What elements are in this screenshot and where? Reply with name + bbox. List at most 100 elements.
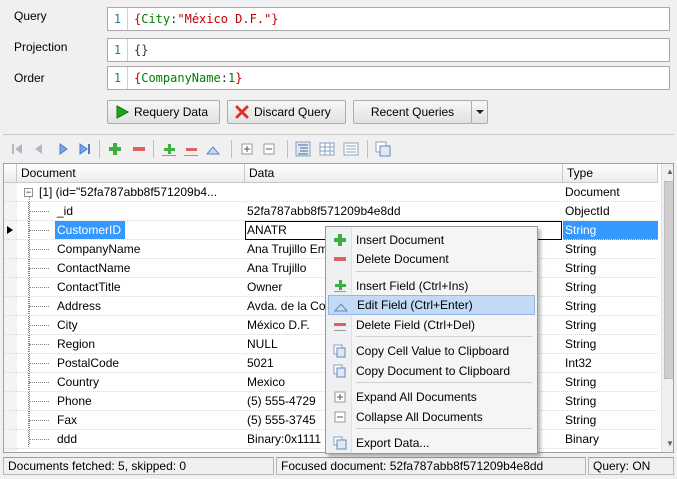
prev-record-icon[interactable] [31, 141, 47, 157]
type-cell[interactable]: String [563, 259, 658, 278]
menu-item-collapse-all-documents[interactable]: Collapse All Documents [328, 407, 535, 427]
menu-item-delete-document[interactable]: Delete Document [328, 249, 535, 269]
menu-item-copy-document-to-clipboard[interactable]: Copy Document to Clipboard [328, 361, 535, 381]
document-cell[interactable]: CustomerID [17, 221, 244, 240]
type-cell[interactable]: Document [563, 449, 658, 452]
recent-queries-dropdown[interactable] [471, 100, 488, 124]
menu-item-label: Expand All Documents [356, 390, 477, 404]
collapse-icon[interactable]: − [24, 188, 33, 197]
document-cell[interactable]: Phone [17, 392, 244, 411]
discard-query-label: Discard Query [254, 105, 331, 119]
insert-field-icon[interactable] [161, 141, 177, 157]
menu-item-expand-all-documents[interactable]: Expand All Documents [328, 387, 535, 407]
scroll-down-button[interactable]: ▼ [662, 436, 673, 452]
type-cell[interactable]: String [563, 411, 658, 430]
document-cell[interactable]: Region [17, 335, 244, 354]
type-cell[interactable]: String [563, 221, 658, 240]
query-brace-close: } [271, 12, 279, 26]
last-record-icon[interactable] [77, 141, 93, 157]
type-cell[interactable]: String [563, 240, 658, 259]
type-cell[interactable]: String [563, 335, 658, 354]
remove-icon[interactable] [131, 141, 147, 157]
type-cell[interactable]: ObjectId [563, 202, 658, 221]
document-cell-text: _id [57, 204, 74, 218]
text-view-icon[interactable] [343, 141, 359, 157]
document-cell[interactable]: Fax [17, 411, 244, 430]
document-cell-text: Country [57, 375, 100, 389]
context-menu: Insert Document Delete Document Insert Fie… [325, 226, 538, 454]
row-indicator [4, 316, 17, 335]
order-editor[interactable]: 1 {CompanyName:1} [107, 66, 670, 90]
type-cell[interactable]: Int32 [563, 354, 658, 373]
document-cell[interactable]: − [1] (id="52fa787abb8f571209b4... [17, 183, 244, 202]
type-cell[interactable]: String [563, 392, 658, 411]
document-cell[interactable]: PostalCode [17, 354, 244, 373]
document-cell-text: City [57, 318, 78, 332]
menu-separator [356, 382, 532, 383]
table-row[interactable]: − [1] (id="52fa787abb8f571209b4... Documen… [4, 183, 658, 202]
row-indicator [4, 430, 17, 449]
projection-editor[interactable]: 1 {} [107, 38, 670, 62]
query-editor[interactable]: 1 {City:"México D.F."} [107, 7, 670, 31]
type-cell[interactable]: String [563, 373, 658, 392]
type-cell[interactable]: String [563, 316, 658, 335]
row-indicator [4, 183, 17, 202]
data-cell[interactable]: 52fa787abb8f571209b4e8dd [245, 202, 562, 221]
type-cell[interactable]: Document [563, 183, 658, 202]
vertical-scrollbar[interactable]: ▲ ▼ [661, 164, 673, 452]
next-record-icon[interactable] [55, 141, 71, 157]
delete-field-icon [334, 323, 346, 331]
requery-data-button[interactable]: Requery Data [107, 100, 220, 124]
menu-item-insert-field[interactable]: Insert Field (Ctrl+Ins) [328, 276, 535, 296]
document-cell-text: ContactTitle [57, 280, 121, 294]
line-number: 1 [108, 67, 128, 89]
table-row[interactable]: _id 52fa787abb8f571209b4e8dd ObjectId [4, 202, 658, 221]
row-indicator [4, 297, 17, 316]
row-indicator [4, 278, 17, 297]
document-cell[interactable]: Address [17, 297, 244, 316]
edit-field-icon[interactable] [205, 141, 221, 157]
document-cell[interactable]: CompanyName [17, 240, 244, 259]
tree-view-icon[interactable] [295, 141, 311, 157]
column-header-data[interactable]: Data [245, 164, 563, 183]
add-icon[interactable] [107, 141, 123, 157]
discard-query-button[interactable]: Discard Query [227, 100, 346, 124]
first-record-icon[interactable] [9, 141, 25, 157]
expand-icon[interactable] [239, 141, 255, 157]
data-cell[interactable] [245, 183, 562, 202]
type-cell[interactable]: String [563, 278, 658, 297]
document-cell[interactable]: +[2] (id="52fa787abb8f571209b4... [17, 449, 244, 452]
query-value: "México D.F." [177, 12, 272, 26]
menu-item-export-data[interactable]: Export Data... [328, 433, 535, 453]
column-header-document[interactable]: Document [17, 164, 245, 183]
column-header-type[interactable]: Type [563, 164, 658, 183]
document-cell[interactable]: City [17, 316, 244, 335]
collapse-icon[interactable] [261, 141, 277, 157]
type-cell[interactable]: String [563, 297, 658, 316]
menu-item-label: Delete Field (Ctrl+Del) [356, 318, 476, 332]
menu-separator [356, 271, 532, 272]
status-fetched: Documents fetched: 5, skipped: 0 [3, 457, 274, 475]
scroll-up-button[interactable]: ▲ [662, 164, 673, 180]
menu-item-label: Copy Document to Clipboard [356, 364, 511, 378]
type-cell[interactable]: Binary [563, 430, 658, 449]
status-query: Query: ON [588, 457, 674, 475]
recent-queries-button[interactable]: Recent Queries [353, 100, 472, 124]
menu-item-copy-cell-value-to-clipboard[interactable]: Copy Cell Value to Clipboard [328, 341, 535, 361]
document-cell[interactable]: ContactTitle [17, 278, 244, 297]
scroll-thumb[interactable] [664, 181, 673, 379]
document-cell[interactable]: ContactName [17, 259, 244, 278]
delete-field-icon[interactable] [183, 141, 199, 157]
row-indicator [4, 202, 17, 221]
menu-item-edit-field[interactable]: Edit Field (Ctrl+Enter) [328, 295, 535, 315]
document-cell[interactable]: _id [17, 202, 244, 221]
document-cell[interactable]: ddd [17, 430, 244, 449]
row-indicator [4, 240, 17, 259]
grid-view-icon[interactable] [319, 141, 335, 157]
document-cell-text: [2] (id="52fa787abb8f571209b4... [37, 449, 221, 452]
document-cell-text: Fax [57, 413, 78, 427]
menu-item-delete-field[interactable]: Delete Field (Ctrl+Del) [328, 315, 535, 335]
document-cell[interactable]: Country [17, 373, 244, 392]
menu-item-insert-document[interactable]: Insert Document [328, 230, 535, 250]
export-icon[interactable] [375, 141, 391, 157]
